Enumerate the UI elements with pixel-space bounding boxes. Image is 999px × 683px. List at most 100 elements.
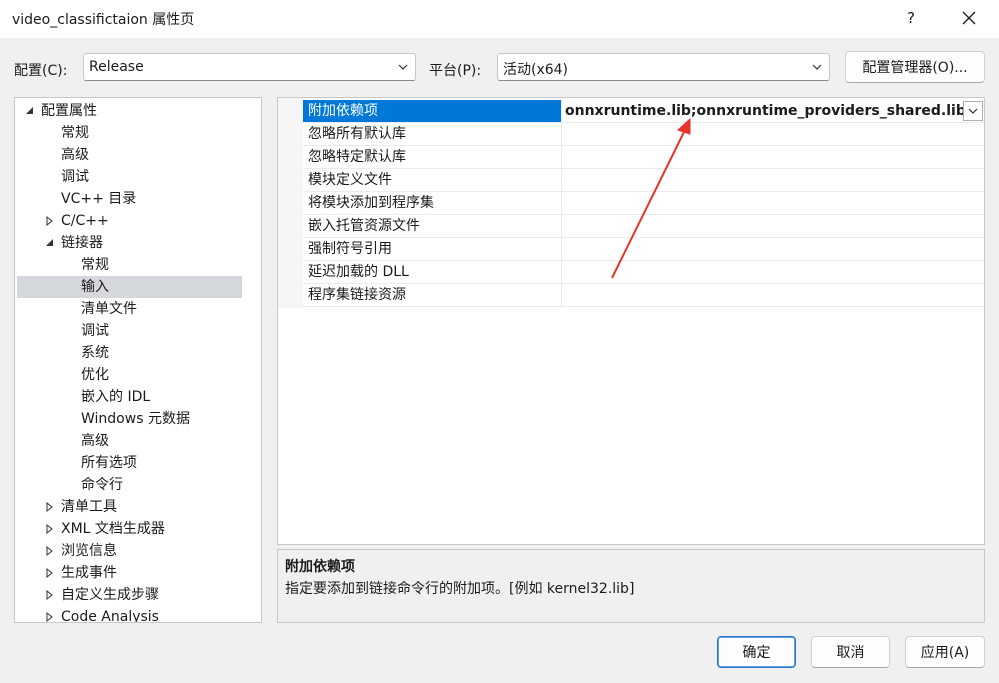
description-panel: 附加依赖项 指定要添加到链接命令行的附加项。[例如 kernel32.lib]: [277, 549, 985, 623]
grid-row-name: 嵌入托管资源文件: [303, 215, 562, 237]
grid-row-name: 延迟加载的 DLL: [303, 261, 562, 283]
tree-item-label: 所有选项: [81, 455, 137, 471]
grid-row-value[interactable]: [565, 261, 965, 283]
tree-item-label: XML 文档生成器: [61, 521, 165, 537]
tree-item-label: Windows 元数据: [81, 411, 190, 427]
grid-row[interactable]: 延迟加载的 DLL: [303, 261, 984, 284]
tree-item[interactable]: 自定义生成步骤: [17, 584, 242, 606]
collapsed-arrow-icon[interactable]: [45, 612, 55, 622]
description-text: 指定要添加到链接命令行的附加项。[例如 kernel32.lib]: [285, 581, 635, 597]
tree-item[interactable]: Code Analysis: [17, 606, 242, 623]
tree-item[interactable]: 常规: [17, 122, 242, 144]
expanded-arrow-icon[interactable]: [45, 238, 55, 248]
value-dropdown-button[interactable]: [963, 101, 983, 121]
tree-item[interactable]: 高级: [17, 144, 242, 166]
help-button[interactable]: ?: [888, 0, 934, 36]
tree-item[interactable]: 输入: [17, 276, 242, 298]
grid-row-value[interactable]: [565, 284, 965, 306]
tree-item-label: 常规: [61, 125, 89, 141]
collapsed-arrow-icon[interactable]: [45, 216, 55, 226]
platform-select-value: 活动(x64): [503, 62, 569, 78]
config-label: 配置(C):: [14, 63, 68, 79]
tree-item[interactable]: Windows 元数据: [17, 408, 242, 430]
tree-item-label: 生成事件: [61, 565, 117, 581]
grid-row[interactable]: 忽略所有默认库: [303, 123, 984, 146]
tree-item[interactable]: 生成事件: [17, 562, 242, 584]
tree-item[interactable]: 调试: [17, 320, 242, 342]
collapsed-arrow-icon[interactable]: [45, 502, 55, 512]
collapsed-arrow-icon[interactable]: [45, 568, 55, 578]
grid-row[interactable]: 程序集链接资源: [303, 284, 984, 307]
grid-row-name: 模块定义文件: [303, 169, 562, 191]
title-bar: video_classifictaion 属性页 ?: [0, 0, 999, 38]
config-select[interactable]: Release: [83, 53, 416, 81]
grid-row-name: 程序集链接资源: [303, 284, 562, 306]
description-title: 附加依赖项: [285, 559, 355, 575]
tree-item[interactable]: C/C++: [17, 210, 242, 232]
tree-item-label: 命令行: [81, 477, 123, 493]
tree-item-label: 自定义生成步骤: [61, 587, 159, 603]
grid-row-name: 忽略所有默认库: [303, 123, 562, 145]
tree-item-label: 输入: [81, 279, 109, 295]
tree-item-label: 配置属性: [41, 103, 97, 119]
chevron-down-icon: [968, 108, 978, 114]
window-title: video_classifictaion 属性页: [12, 12, 195, 28]
grid-row[interactable]: 模块定义文件: [303, 169, 984, 192]
tree-item[interactable]: 高级: [17, 430, 242, 452]
tree-item-label: 优化: [81, 367, 109, 383]
tree-item[interactable]: 链接器: [17, 232, 242, 254]
platform-select[interactable]: 活动(x64): [497, 53, 830, 81]
grid-row[interactable]: 附加依赖项 onnxruntime.lib;onnxruntime_provide…: [303, 100, 984, 123]
tree-item[interactable]: 配置属性: [17, 100, 242, 122]
chevron-down-icon: [812, 64, 822, 70]
tree-item[interactable]: 所有选项: [17, 452, 242, 474]
grid-row[interactable]: 嵌入托管资源文件: [303, 215, 984, 238]
ok-button[interactable]: 确定: [717, 636, 796, 668]
tree-item-label: 高级: [81, 433, 109, 449]
close-icon: [962, 11, 976, 25]
grid-row-value[interactable]: [565, 192, 965, 214]
grid-row-value[interactable]: [565, 169, 965, 191]
tree-item-label: 调试: [61, 169, 89, 185]
collapsed-arrow-icon[interactable]: [45, 524, 55, 534]
tree-item[interactable]: 清单工具: [17, 496, 242, 518]
tree-item[interactable]: XML 文档生成器: [17, 518, 242, 540]
grid-row[interactable]: 忽略特定默认库: [303, 146, 984, 169]
tree-item[interactable]: 系统: [17, 342, 242, 364]
tree-item[interactable]: 优化: [17, 364, 242, 386]
grid-row-name: 将模块添加到程序集: [303, 192, 562, 214]
grid-row-name: 忽略特定默认库: [303, 146, 562, 168]
tree-item-label: Code Analysis: [61, 609, 159, 623]
tree-item[interactable]: 清单文件: [17, 298, 242, 320]
config-select-value: Release: [89, 59, 144, 75]
grid-row-value[interactable]: [565, 215, 965, 237]
config-manager-button[interactable]: 配置管理器(O)...: [845, 51, 985, 83]
chevron-down-icon: [398, 64, 408, 70]
grid-row-value[interactable]: [565, 238, 965, 260]
platform-label: 平台(P):: [429, 63, 482, 79]
cancel-button[interactable]: 取消: [811, 636, 890, 668]
property-tree: 配置属性 常规 高级 调试 VC++ 目录 C/C++ 链接器 常规 输入 清单文件 调试 系统 优化嵌…: [14, 97, 262, 623]
collapsed-arrow-icon[interactable]: [45, 546, 55, 556]
tree-item-label: 高级: [61, 147, 89, 163]
tree-item[interactable]: 浏览信息: [17, 540, 242, 562]
grid-row-name: 强制符号引用: [303, 238, 562, 260]
tree-item[interactable]: 命令行: [17, 474, 242, 496]
expanded-arrow-icon[interactable]: [25, 106, 35, 116]
property-grid: 附加依赖项 onnxruntime.lib;onnxruntime_provide…: [277, 97, 985, 545]
tree-item[interactable]: 常规: [17, 254, 242, 276]
grid-row-value[interactable]: [565, 146, 965, 168]
close-button[interactable]: [946, 0, 992, 36]
grid-row[interactable]: 强制符号引用: [303, 238, 984, 261]
tree-item[interactable]: 调试: [17, 166, 242, 188]
grid-row[interactable]: 将模块添加到程序集: [303, 192, 984, 215]
tree-item[interactable]: VC++ 目录: [17, 188, 242, 210]
grid-row-name: 附加依赖项: [303, 100, 562, 122]
grid-row-value[interactable]: [565, 123, 965, 145]
apply-button[interactable]: 应用(A): [905, 636, 985, 668]
tree-item[interactable]: 嵌入的 IDL: [17, 386, 242, 408]
tree-item-label: 常规: [81, 257, 109, 273]
tree-item-label: 浏览信息: [61, 543, 117, 559]
collapsed-arrow-icon[interactable]: [45, 590, 55, 600]
grid-row-value[interactable]: onnxruntime.lib;onnxruntime_providers_sh…: [565, 100, 965, 122]
